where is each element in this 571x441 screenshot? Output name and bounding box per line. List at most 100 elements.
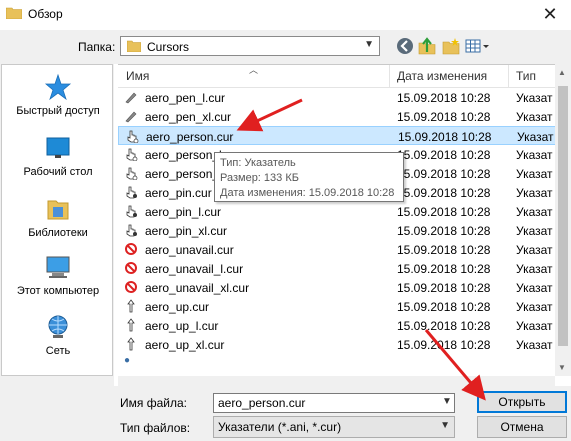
list-item[interactable]: aero_unavail.cur 15.09.2018 10:28 Указат (118, 240, 558, 259)
up-folder-icon[interactable] (418, 37, 436, 55)
scroll-up-icon[interactable]: ▲ (558, 68, 566, 77)
window-title: Обзор (28, 7, 63, 21)
list-item[interactable]: aero_pen_l.cur 15.09.2018 10:28 Указат (118, 88, 558, 107)
folder-combo[interactable]: Cursors ▼ (120, 36, 380, 56)
list-item[interactable]: aero_up_xl.cur 15.09.2018 10:28 Указат (118, 335, 558, 354)
chevron-down-icon: ▼ (440, 420, 450, 431)
file-type: Указат (516, 319, 553, 333)
folder-label: Папка: (78, 40, 116, 54)
place-label: Быстрый доступ (16, 105, 100, 117)
tooltip-type: Тип: Указатель (220, 157, 296, 169)
title-bar: Обзор ✕ (0, 0, 571, 30)
tooltip-size: Размер: 133 КБ (220, 172, 299, 184)
file-date: 15.09.2018 10:28 (397, 338, 491, 352)
list-item[interactable]: aero_person.cur 15.09.2018 10:28 Указат (118, 126, 558, 145)
column-divider[interactable] (389, 65, 390, 87)
file-type: Указат (516, 148, 553, 162)
file-date: 15.09.2018 10:28 (397, 224, 491, 238)
file-name: aero_up_xl.cur (145, 338, 225, 352)
libraries-icon (47, 200, 69, 220)
cancel-button[interactable]: Отмена (477, 416, 567, 438)
column-name[interactable]: Имя (126, 69, 149, 83)
cursor-file-icon: ● (124, 355, 131, 366)
list-item[interactable]: aero_pen_xl.cur 15.09.2018 10:28 Указат (118, 107, 558, 126)
file-date: 15.09.2018 10:28 (397, 148, 491, 162)
file-name: aero_pin.cur (145, 186, 212, 200)
scroll-thumb[interactable] (558, 86, 568, 346)
file-name: aero_person_l (145, 148, 222, 162)
file-type: Указат (516, 243, 553, 257)
desktop-icon (46, 137, 70, 158)
chevron-down-icon: ▼ (364, 39, 374, 50)
list-item[interactable]: aero_unavail_xl.cur 15.09.2018 10:28 Указа… (118, 278, 558, 297)
network-icon (48, 315, 68, 338)
pin-cursor-icon (126, 224, 137, 237)
file-name: aero_person.cur (146, 130, 234, 144)
filename-label: Имя файла: (120, 396, 187, 410)
open-button[interactable]: Открыть (477, 391, 567, 413)
file-type: Указат (516, 91, 553, 105)
list-item[interactable]: aero_pin_xl.cur 15.09.2018 10:28 Указат (118, 221, 558, 240)
chevron-down-icon[interactable]: ▼ (442, 396, 452, 407)
filetype-select[interactable]: Указатели (*.ani, *.cur) ▼ (213, 416, 455, 438)
up-arrow-cursor-icon (127, 299, 135, 313)
folder-icon (6, 7, 22, 19)
tooltip-date: Дата изменения: 15.09.2018 10:28 (220, 187, 395, 199)
this-pc-icon (46, 256, 70, 278)
filetype-value: Указатели (*.ani, *.cur) (218, 420, 342, 434)
person-cursor-icon (126, 148, 138, 161)
folder-icon (127, 40, 141, 52)
new-folder-icon[interactable] (442, 37, 460, 55)
file-date: 15.09.2018 10:28 (397, 186, 491, 200)
place-label: Этот компьютер (16, 285, 100, 297)
place-desktop[interactable]: Рабочий стол (2, 134, 114, 178)
column-date[interactable]: Дата изменения (397, 69, 487, 83)
place-label: Рабочий стол (23, 166, 93, 178)
place-network[interactable]: Сеть (2, 313, 114, 357)
place-label: Сеть (45, 345, 71, 357)
filetype-label: Тип файлов: (120, 421, 191, 435)
places-bar: Быстрый доступ Рабочий стол Библиотеки Э… (1, 64, 113, 376)
list-item[interactable]: aero_pin_l.cur 15.09.2018 10:28 Указат (118, 202, 558, 221)
vertical-scrollbar[interactable]: ▲ ▼ (555, 64, 571, 376)
place-libraries[interactable]: Библиотеки (2, 195, 114, 239)
file-name: aero_unavail_xl.cur (145, 281, 250, 295)
horizontal-scrollbar[interactable] (118, 376, 555, 386)
list-item-partial[interactable]: ● (118, 353, 558, 372)
file-name: aero_pen_l.cur (145, 91, 226, 105)
file-date: 15.09.2018 10:28 (397, 205, 491, 219)
list-item[interactable]: aero_unavail_l.cur 15.09.2018 10:28 Указат (118, 259, 558, 278)
column-divider[interactable] (508, 65, 509, 87)
close-button[interactable]: ✕ (539, 3, 561, 25)
file-type: Указат (516, 338, 553, 352)
file-list[interactable]: Имя ︿ Дата изменения Тип aero_pen_l.cur 1… (118, 64, 571, 376)
place-quick-access[interactable]: Быстрый доступ (2, 73, 114, 117)
file-date: 15.09.2018 10:28 (397, 110, 491, 124)
quick-access-star-icon (44, 73, 72, 101)
file-date: 15.09.2018 10:28 (397, 167, 491, 181)
unavailable-cursor-icon (125, 243, 137, 255)
filename-input[interactable]: aero_person.cur (213, 393, 455, 413)
list-header: Имя ︿ Дата изменения Тип (118, 65, 558, 88)
file-type: Указат (516, 300, 553, 314)
view-menu-icon[interactable] (465, 37, 491, 55)
scroll-down-icon[interactable]: ▼ (558, 363, 566, 372)
file-info-tooltip: Тип: Указатель Размер: 133 КБ Дата измен… (214, 152, 404, 202)
sort-arrow-icon: ︿ (249, 65, 259, 75)
file-type: Указат (517, 130, 554, 144)
file-type: Указат (516, 110, 553, 124)
file-name: aero_pin_l.cur (145, 205, 222, 219)
column-type[interactable]: Тип (516, 69, 536, 83)
list-item[interactable]: aero_up_l.cur 15.09.2018 10:28 Указат (118, 316, 558, 335)
list-item[interactable]: aero_up.cur 15.09.2018 10:28 Указат (118, 297, 558, 316)
file-type: Указат (516, 205, 553, 219)
file-name: aero_up.cur (145, 300, 210, 314)
file-type: Указат (516, 262, 553, 276)
back-icon[interactable] (396, 37, 414, 55)
bottom-panel: Имя файла: aero_person.cur ▼ Тип файлов:… (0, 386, 571, 441)
file-type: Указат (516, 167, 553, 181)
file-name: aero_pen_xl.cur (145, 110, 232, 124)
place-this-pc[interactable]: Этот компьютер (2, 253, 114, 297)
file-name: aero_unavail.cur (145, 243, 234, 257)
file-date: 15.09.2018 10:28 (397, 243, 491, 257)
